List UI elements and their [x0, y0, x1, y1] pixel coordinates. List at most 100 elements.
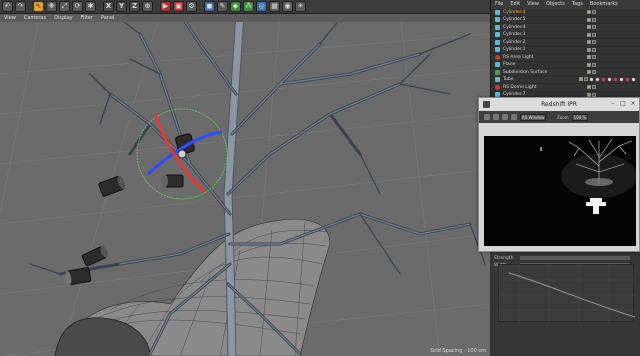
cylinder-icon [495, 17, 500, 23]
object-row[interactable]: Cylinder.4 [491, 24, 640, 32]
ipr-titlebar[interactable]: Redshift IPR – □ × [479, 98, 639, 111]
visibility-tag[interactable] [579, 77, 583, 82]
minimize-icon[interactable]: – [610, 101, 616, 107]
visibility-tag[interactable] [587, 55, 591, 60]
visibility-tag[interactable] [587, 25, 591, 30]
plane-icon [495, 62, 500, 68]
snapshot-icon[interactable] [502, 114, 508, 120]
render-tag[interactable] [592, 62, 596, 67]
object-row[interactable]: Cylinder.1 [491, 47, 640, 54]
subdivision-icon[interactable]: ◆ [230, 1, 241, 12]
visibility-tag[interactable] [587, 70, 591, 75]
om-menu-view[interactable]: View [527, 0, 539, 9]
visibility-tag[interactable] [587, 47, 591, 52]
scale-icon[interactable]: ⤢ [59, 1, 70, 12]
material-tag-icon[interactable] [619, 77, 624, 83]
object-row[interactable]: Cylinder.5 [491, 17, 640, 24]
cylinder-icon [495, 39, 500, 45]
subdivision-icon [495, 69, 500, 75]
light-icon[interactable]: ☀ [295, 1, 306, 12]
render-tag[interactable] [592, 85, 596, 90]
x-axis-icon[interactable]: X [103, 1, 114, 12]
render-tag[interactable] [592, 40, 596, 45]
material-tag-icon[interactable] [631, 77, 636, 83]
render-tag[interactable] [592, 70, 596, 75]
material-tag-icon[interactable] [625, 77, 630, 83]
render-picture-viewer-icon[interactable]: ▣ [173, 1, 184, 12]
cinema4d-window: ↶ ↷ ↖ ✥ ⤢ ⟳ ✱ X Y Z ⊕ ▶ ▣ ⚙ ◼ ✎ ◆ ⁂ ◎ ▦ … [0, 0, 640, 356]
material-tag-icon[interactable] [595, 77, 600, 83]
om-menu-edit[interactable]: Edit [510, 0, 520, 9]
visibility-tag[interactable] [587, 10, 591, 15]
redo-icon[interactable]: ↷ [15, 1, 26, 12]
viewport-scene [0, 14, 490, 356]
undo-icon[interactable]: ↶ [2, 1, 13, 12]
object-label: Cylinder.5 [503, 17, 526, 23]
recent-icon[interactable]: ✱ [85, 1, 96, 12]
render-tag[interactable] [592, 10, 596, 15]
visibility-tag[interactable] [587, 40, 591, 45]
start-render-icon[interactable] [484, 114, 490, 120]
material-tag-icon[interactable] [601, 77, 606, 83]
falloff-graph[interactable] [498, 264, 636, 323]
object-row[interactable]: RS Area Light [491, 54, 640, 62]
om-menu-objects[interactable]: Objects [546, 0, 565, 9]
visibility-tag[interactable] [587, 32, 591, 37]
cube-icon[interactable]: ◼ [204, 1, 215, 12]
zoom-select[interactable]: 100 % [571, 113, 588, 121]
array-icon[interactable]: ⁂ [243, 1, 254, 12]
material-tag-icon[interactable] [589, 77, 594, 83]
perspective-viewport[interactable]: View Cameras Display Filter Panel Grid S… [0, 14, 490, 356]
close-icon[interactable]: × [630, 101, 636, 107]
move-icon[interactable]: ✥ [46, 1, 57, 12]
render-tag[interactable] [592, 47, 596, 52]
material-tag-icon[interactable] [613, 77, 618, 83]
viewport-menu-filter[interactable]: Filter [81, 14, 93, 22]
object-label: RS Area Light [503, 54, 534, 60]
camera-icon[interactable]: ◉ [282, 1, 293, 12]
ipr-title: Redshift IPR [541, 101, 577, 108]
rotate-icon[interactable]: ⟳ [72, 1, 83, 12]
object-row[interactable]: Subdivision Surface [491, 69, 640, 77]
render-tag[interactable] [584, 77, 588, 82]
object-row[interactable]: Cylinder.3 [491, 32, 640, 39]
coordinate-system-icon[interactable]: ⊕ [142, 1, 153, 12]
main-toolbar: ↶ ↷ ↖ ✥ ⤢ ⟳ ✱ X Y Z ⊕ ▶ ▣ ⚙ ◼ ✎ ◆ ⁂ ◎ ▦ … [0, 0, 490, 14]
render-tag[interactable] [592, 17, 596, 22]
cylinder-icon [495, 9, 500, 15]
z-axis-icon[interactable]: Z [129, 1, 140, 12]
attribute-row: Strength [494, 255, 513, 261]
deformer-icon[interactable]: ◎ [256, 1, 267, 12]
object-row[interactable]: Cylinder.2 [491, 39, 640, 47]
render-settings-icon[interactable]: ⚙ [186, 1, 197, 12]
object-row[interactable]: Plane [491, 62, 640, 69]
select-icon[interactable]: ↖ [33, 1, 44, 12]
pen-icon[interactable]: ✎ [217, 1, 228, 12]
attribute-slider[interactable] [520, 256, 630, 260]
om-menu-file[interactable]: File [495, 0, 503, 9]
pause-render-icon[interactable] [493, 114, 499, 120]
scene-icon[interactable]: ▦ [269, 1, 280, 12]
save-image-icon[interactable] [511, 114, 517, 120]
render-tag[interactable] [592, 25, 596, 30]
render-tag[interactable] [592, 32, 596, 37]
viewport-menu-panel[interactable]: Panel [101, 14, 115, 22]
om-menu-bookmarks[interactable]: Bookmarks [590, 0, 618, 9]
object-row[interactable]: Tube [491, 77, 640, 84]
visibility-tag[interactable] [587, 85, 591, 90]
object-label: Cylinder.4 [503, 24, 526, 30]
render-view-icon[interactable]: ▶ [160, 1, 171, 12]
material-tag-icon[interactable] [607, 77, 612, 83]
om-menu-tags[interactable]: Tags [572, 0, 583, 9]
object-row[interactable]: Cylinder.4 [491, 9, 640, 17]
viewport-menu-cameras[interactable]: Cameras [24, 14, 46, 22]
maximize-icon[interactable]: □ [620, 101, 626, 107]
y-axis-icon[interactable]: Y [116, 1, 127, 12]
render-tag[interactable] [592, 55, 596, 60]
object-row[interactable]: RS Dome Light [491, 84, 640, 92]
camera-select[interactable]: RS Window [520, 113, 546, 121]
visibility-tag[interactable] [587, 62, 591, 67]
visibility-tag[interactable] [587, 17, 591, 22]
viewport-menu-view[interactable]: View [4, 14, 16, 22]
viewport-menu-display[interactable]: Display [54, 14, 72, 22]
